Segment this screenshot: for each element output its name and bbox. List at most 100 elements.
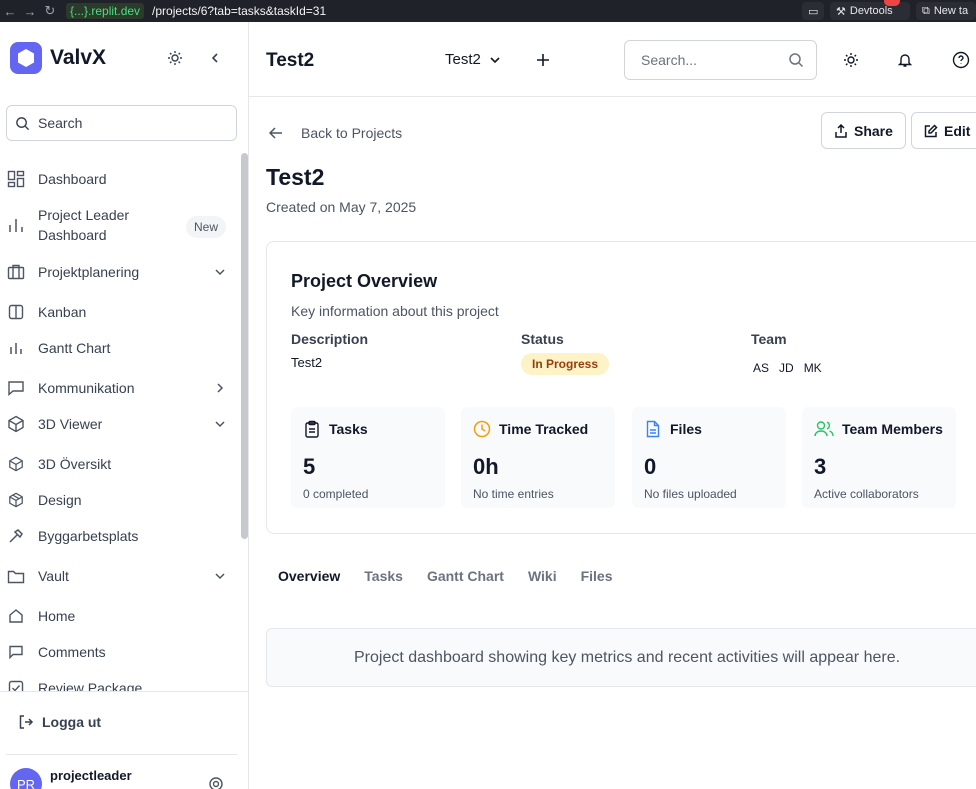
logout-button[interactable]: Logga ut [18,714,101,730]
edit-button[interactable]: Edit [911,112,976,149]
dashboard-placeholder: Project dashboard showing key metrics an… [266,628,976,687]
share-label: Share [854,122,893,139]
url-domain: {...}.replit.dev [66,3,145,19]
sidebar-item-label: Projektplanering [38,264,140,280]
check-square-icon [6,678,26,691]
stat-subtext: No time entries [473,487,554,501]
search-icon [16,116,30,130]
team-member-avatar[interactable]: MK [804,361,822,375]
created-date: Created on May 7, 2025 [266,199,417,215]
edit-label: Edit [944,122,971,139]
dashboard-icon [6,169,26,189]
back-arrow-icon[interactable]: ← [0,4,20,19]
sidebar-item-3d-viewer[interactable]: 3D Viewer [0,414,240,434]
comment-icon [6,642,26,662]
sidebar-item-label: Byggarbetsplats [38,528,139,544]
sidebar-item-projektplanering[interactable]: Projektplanering [0,262,240,282]
logo-icon [10,42,42,74]
sidebar-item-kanban[interactable]: Kanban [0,302,240,322]
sidebar-item-label: Design [38,492,82,508]
edit-icon [924,123,938,137]
stat-subtext: No files uploaded [644,487,737,501]
gear-icon[interactable] [208,776,224,789]
sidebar-item-label: Project Leader Dashboard [38,207,130,243]
chevron-right-icon[interactable] [212,380,228,396]
devtools-label: Devtools [849,5,893,17]
sun-icon[interactable] [841,50,861,70]
package-icon [6,490,26,510]
tab-overview[interactable]: Overview [278,568,340,584]
stat-subtext: Active collaborators [814,487,919,501]
stat-value: 0h [473,454,499,479]
stat-header: Team Members [814,420,943,438]
team-member-avatar[interactable]: JD [779,361,794,375]
url-bar[interactable]: {...}.replit.dev /projects/6?tab=tasks&t… [66,2,326,20]
tab-files[interactable]: Files [581,568,613,584]
sidebar-item-dashboard[interactable]: Dashboard [0,169,240,189]
collapse-sidebar-chevron-left-icon[interactable] [205,48,225,68]
user-name: projectleader [50,768,132,783]
sidebar-item-3d-oversikt[interactable]: 3D Översikt [0,454,240,474]
stat-card-files: Files 0 No files uploaded [632,407,786,508]
status-badge: In Progress [521,353,610,375]
sidebar-item-vault[interactable]: Vault [0,566,240,586]
home-icon [6,606,26,626]
new-badge: New [186,216,227,238]
share-button[interactable]: Share [821,112,906,149]
sidebar-search-input[interactable]: Search [6,105,237,141]
add-project-plus-icon[interactable] [533,50,553,70]
brand[interactable]: ValvX [10,42,106,74]
hammer-icon [6,526,26,546]
new-tab-label: New ta [933,5,969,17]
sidebar-item-gantt-chart[interactable]: Gantt Chart [0,338,240,358]
header-search-input[interactable]: Search... [624,40,817,80]
chevron-down-icon[interactable] [212,416,228,432]
clipboard-icon [305,420,319,438]
project-overview-card: Project Overview Key information about t… [266,241,976,534]
wrench-icon: ⚒ [836,5,846,18]
sidebar-item-label: Comments [38,644,106,660]
theme-toggle-sun-icon[interactable] [165,48,185,68]
header-search-placeholder: Search... [641,52,698,68]
bar-chart-icon [6,215,26,235]
tab-tasks[interactable]: Tasks [364,568,403,584]
team-member-avatar[interactable]: AS [753,361,769,375]
sidebar-item-label: Kommunikation [38,380,135,396]
sidebar-item-kommunikation[interactable]: Kommunikation [0,378,240,398]
stat-card-time-tracked: Time Tracked 0h No time entries [461,407,615,508]
users-icon [814,421,834,437]
overview-subtitle: Key information about this project [291,303,499,319]
sidebar-item-label: Kanban [38,304,87,320]
help-icon[interactable] [951,50,971,70]
reload-icon[interactable]: ↻ [40,3,60,19]
sidebar-item-label: Review Package [38,680,143,691]
project-select[interactable]: Test2 [445,51,501,68]
page-title: Test2 [266,50,315,71]
sidebar-item-label: Gantt Chart [38,340,111,356]
description-label: Description [291,331,369,347]
new-tab-button[interactable]: ⧉ New ta [916,2,976,20]
tab-wiki[interactable]: Wiki [528,568,557,584]
sidebar-item-review-package[interactable]: Review Package [0,678,240,691]
search-icon [789,53,804,68]
monitor-icon[interactable]: ▭ [802,2,824,20]
stat-title: Time Tracked [499,421,589,437]
logout-label: Logga ut [42,714,102,730]
stat-subtext: 0 completed [303,487,369,501]
tab-gantt-chart[interactable]: Gantt Chart [427,568,504,584]
avatar[interactable]: PR [10,768,42,789]
forward-arrow-icon[interactable]: → [20,4,40,19]
chevron-down-icon [490,56,500,63]
bell-icon[interactable] [895,50,915,70]
sidebar-item-home[interactable]: Home [0,606,240,626]
chevron-down-icon[interactable] [212,264,228,280]
chevron-down-icon[interactable] [212,568,228,584]
sidebar-item-design[interactable]: Design [0,490,240,510]
back-to-projects-link[interactable]: Back to Projects [269,125,402,141]
sidebar-item-comments[interactable]: Comments [0,642,240,662]
sidebar-scrollbar[interactable] [241,153,248,539]
status-label: Status [521,331,564,347]
stat-header: Tasks [303,420,368,438]
overview-title: Project Overview [291,271,438,291]
sidebar-item-byggarbetsplats[interactable]: Byggarbetsplats [0,526,240,546]
